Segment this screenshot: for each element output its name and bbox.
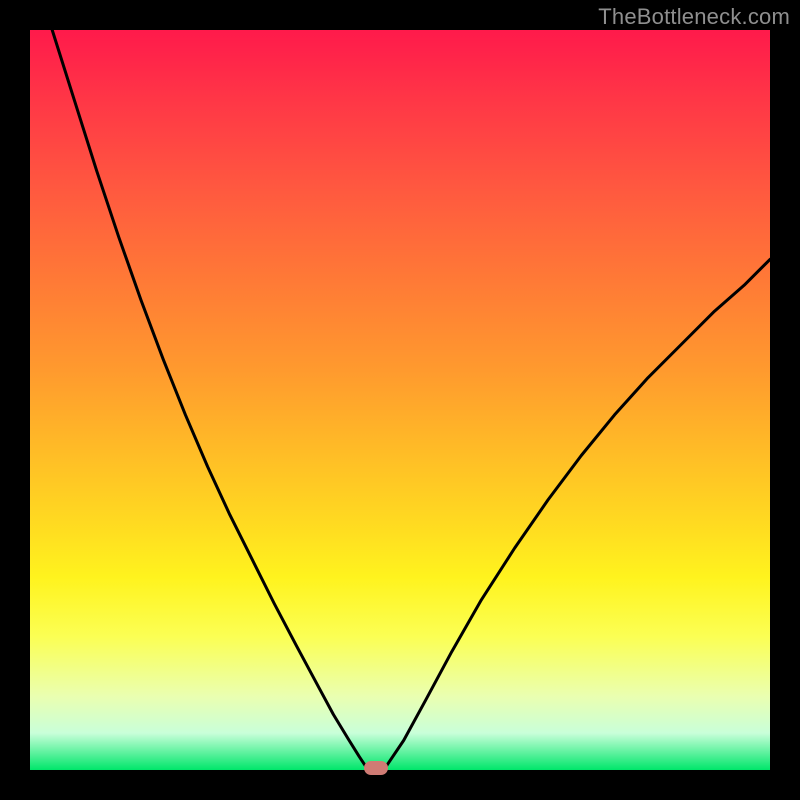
left-branch-path <box>52 30 367 768</box>
plot-area <box>30 30 770 770</box>
chart-frame: TheBottleneck.com <box>0 0 800 800</box>
watermark-text: TheBottleneck.com <box>598 4 790 30</box>
right-branch-path <box>385 259 770 767</box>
curve-svg <box>30 30 770 770</box>
min-marker <box>364 761 388 775</box>
